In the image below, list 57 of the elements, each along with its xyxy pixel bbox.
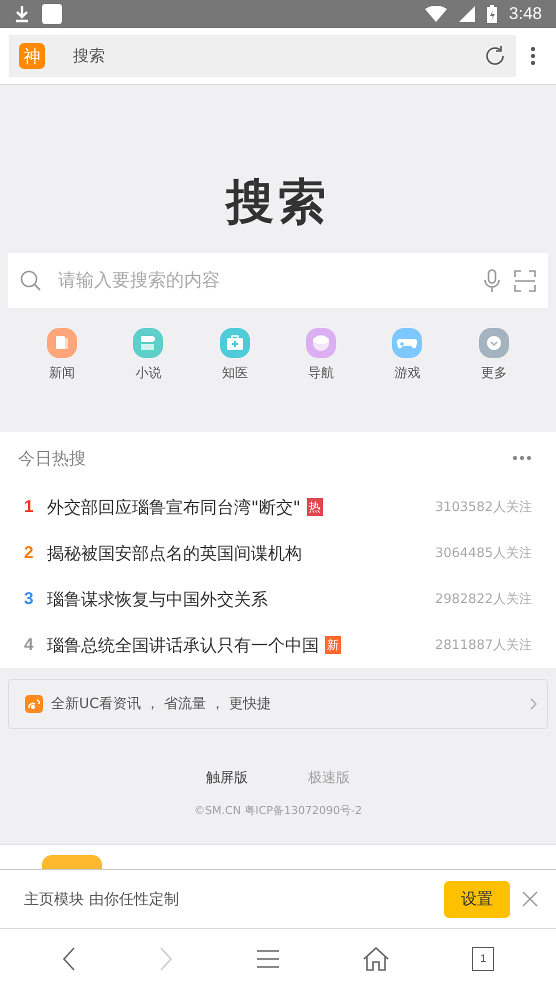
rank-number: 3: [23, 589, 34, 609]
shortcut-label[interactable]: 导航: [308, 364, 334, 382]
wifi-icon: [424, 6, 447, 22]
shortcut-label[interactable]: 游戏: [394, 364, 420, 382]
search-bar[interactable]: 请输入要搜索的内容: [8, 253, 548, 308]
battery-icon: [486, 5, 497, 23]
more-icon[interactable]: [512, 455, 532, 461]
trending-link[interactable]: 外交部回应瑙鲁宣布同台湾"断交": [47, 496, 301, 518]
trending-link[interactable]: 瑙鲁谋求恢复与中国外交关系: [47, 588, 268, 610]
copyright-text: ©SM.CN 粤ICP备13072090号-2: [193, 803, 363, 818]
home-icon[interactable]: [362, 947, 389, 971]
chevron-down-icon[interactable]: [478, 328, 509, 358]
shortcut-label[interactable]: 小说: [135, 364, 162, 382]
promo-banner[interactable]: 全新UC看资讯 ， 省流量 ， 更快捷: [8, 679, 548, 729]
close-icon[interactable]: [522, 891, 538, 907]
forward-icon[interactable]: [159, 947, 174, 971]
follower-count: 3064485人关注: [435, 545, 532, 562]
shortcut-label[interactable]: 知医: [222, 364, 248, 382]
search-icon: [20, 270, 42, 292]
back-icon[interactable]: [62, 947, 76, 971]
follower-count: 2982822人关注: [435, 591, 532, 608]
rank-number: 4: [23, 635, 34, 655]
microphone-icon[interactable]: [484, 268, 500, 292]
app-logo: 神: [19, 43, 45, 69]
shortcut-label[interactable]: 新闻: [49, 364, 76, 382]
search-field[interactable]: 请输入要搜索的内容: [56, 269, 470, 292]
medical-kit-icon[interactable]: [220, 328, 250, 358]
book-icon[interactable]: [133, 328, 164, 358]
news-icon[interactable]: [47, 328, 78, 358]
promo-text: 全新UC看资讯 ， 省流量 ， 更快捷: [51, 695, 271, 713]
version-link[interactable]: 触屏版: [206, 769, 248, 787]
clock: 3:48: [508, 4, 542, 24]
more-menu-icon[interactable]: [530, 46, 536, 66]
search-logo: 搜索: [226, 173, 330, 232]
menu-icon[interactable]: [256, 950, 279, 968]
trending-tag: 新: [325, 636, 341, 654]
download-icon: [14, 5, 30, 23]
page-title: 搜索: [73, 46, 106, 66]
section-title: 今日热搜: [18, 448, 86, 470]
notification-icon: [42, 4, 62, 24]
settings-button[interactable]: 设置: [444, 880, 510, 918]
trending-tag: 热: [306, 498, 323, 516]
follower-count: 2811887人关注: [435, 637, 532, 654]
tip-text: 主页模块 由你任性定制: [24, 890, 179, 908]
gamepad-icon[interactable]: [392, 328, 422, 358]
tabs-button[interactable]: 1: [472, 947, 494, 971]
chevron-right-icon: [530, 698, 537, 710]
refresh-icon[interactable]: [484, 45, 506, 67]
shortcut-label[interactable]: 更多: [480, 364, 507, 382]
trending-link[interactable]: 揭秘被国安部点名的英国间谍机构: [47, 542, 302, 564]
rank-number: 1: [23, 497, 34, 517]
scan-icon[interactable]: [514, 270, 536, 292]
signal-icon: [458, 6, 475, 22]
follower-count: 3103582人关注: [435, 499, 532, 516]
address-bar[interactable]: 神 搜索: [9, 35, 516, 77]
trending-link[interactable]: 瑙鲁总统全国讲话承认只有一个中国: [47, 634, 319, 656]
rank-number: 2: [23, 543, 34, 563]
